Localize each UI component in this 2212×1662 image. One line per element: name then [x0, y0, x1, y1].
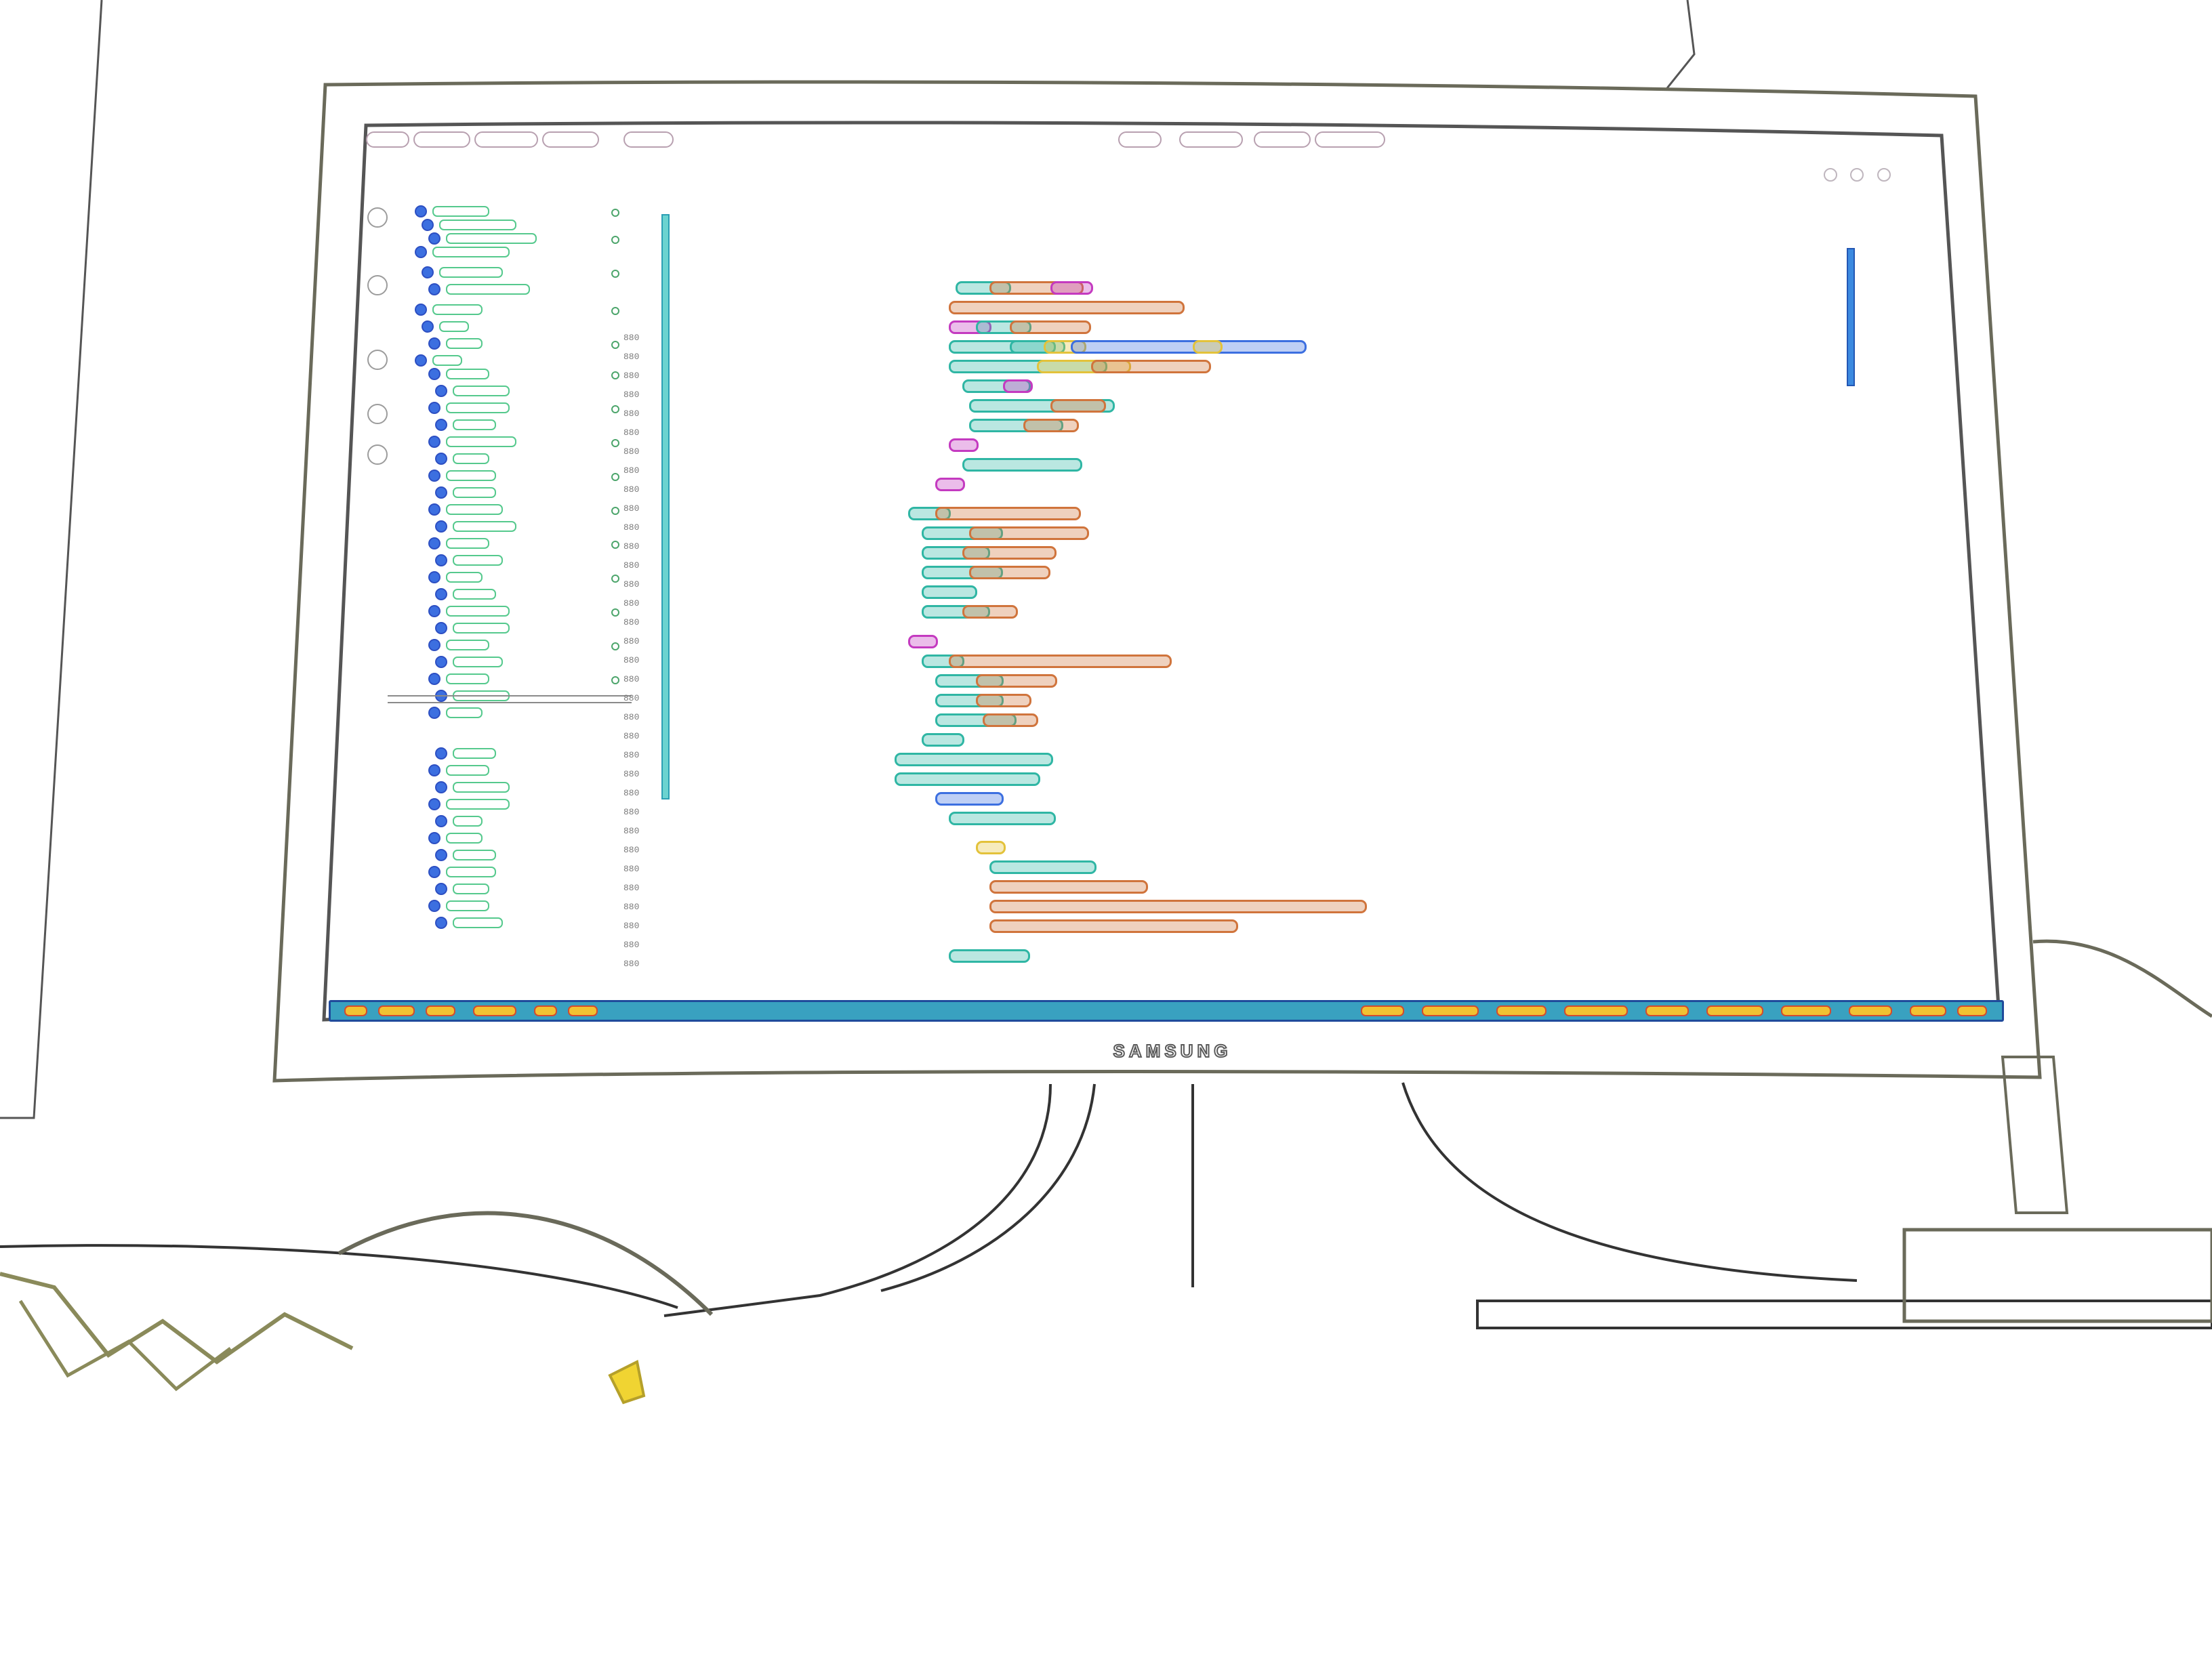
status-bar-item[interactable]: [568, 1005, 598, 1016]
code-token: [895, 772, 1040, 786]
desk-edge: [0, 1244, 678, 1309]
desk-shelf: [1476, 1300, 2212, 1329]
yellow-clip: [608, 1360, 646, 1405]
code-token: [1193, 339, 1223, 354]
status-bar-item[interactable]: [1645, 1005, 1689, 1016]
cable-clutter: [0, 1272, 354, 1365]
code-token: [1050, 398, 1106, 413]
ide-screen: 880 880 880 880 880 880 880 880 880 880 880 880 880 8…: [339, 126, 1931, 1012]
power-brick: [1902, 1228, 2212, 1323]
status-bar-item[interactable]: [378, 1005, 415, 1016]
code-token: [1023, 418, 1079, 432]
code-token: [922, 585, 977, 599]
code-token: [969, 566, 1050, 579]
code-token: [962, 605, 1018, 619]
code-token: [1050, 281, 1093, 295]
status-bar-item[interactable]: [1564, 1005, 1628, 1016]
minimap[interactable]: [1840, 207, 1921, 519]
code-token: [949, 654, 1172, 668]
code-token: [976, 673, 1057, 688]
wall-outlet: [2001, 1056, 2069, 1214]
status-bar-item[interactable]: [1957, 1005, 1987, 1016]
code-token: [989, 880, 1148, 894]
status-bar-item[interactable]: [1849, 1005, 1892, 1016]
status-bar-item[interactable]: [1910, 1005, 1946, 1016]
status-bar: [329, 1000, 2004, 1022]
code-token: [908, 634, 938, 648]
wall-edge-top: [1666, 0, 1696, 89]
monitor-brand-logo: SAMSUNG: [1113, 1040, 1232, 1062]
stand-left-arm-inner: [880, 1083, 1096, 1292]
minimap-slider[interactable]: [1847, 248, 1855, 386]
code-token: [935, 507, 1081, 520]
photo-scene: SAMSUNG 880 880 880 880 880 880 880 880 …: [0, 0, 2212, 1659]
code-token: [949, 300, 1185, 314]
code-token: [1071, 339, 1307, 354]
code-token: [983, 713, 1038, 727]
code-token: [895, 752, 1053, 766]
code-token: [989, 860, 1097, 874]
code-token: [922, 732, 964, 747]
stand-left-arm: [663, 1083, 1052, 1317]
stand-right-arm: [1401, 1082, 1858, 1282]
code-token: [1010, 320, 1091, 334]
status-bar-item[interactable]: [1361, 1005, 1404, 1016]
code-token: [989, 900, 1367, 913]
status-bar-item[interactable]: [534, 1005, 557, 1016]
status-bar-item[interactable]: [1706, 1005, 1763, 1016]
status-bar-item[interactable]: [1781, 1005, 1831, 1016]
code-token: [1003, 379, 1033, 393]
code-token: [989, 919, 1238, 933]
code-token: [962, 457, 1082, 472]
status-bar-item[interactable]: [426, 1005, 455, 1016]
power-cable: [2032, 939, 2212, 1018]
status-bar-item[interactable]: [473, 1005, 516, 1016]
cable-clutter-2: [18, 1300, 232, 1392]
code-token: [969, 526, 1089, 540]
code-token: [935, 477, 965, 491]
code-token: [976, 841, 1006, 854]
code-token: [949, 438, 979, 452]
code-editor[interactable]: [339, 126, 1931, 1012]
code-token: [976, 693, 1031, 707]
code-token: [949, 949, 1030, 963]
wall-edge-left: [0, 0, 103, 1119]
status-bar-item[interactable]: [344, 1005, 367, 1016]
status-bar-item[interactable]: [1496, 1005, 1547, 1016]
status-bar-item[interactable]: [1422, 1005, 1479, 1016]
code-token: [949, 811, 1056, 825]
code-token: [1091, 359, 1211, 373]
code-token: [935, 791, 1004, 806]
code-token: [962, 546, 1057, 560]
